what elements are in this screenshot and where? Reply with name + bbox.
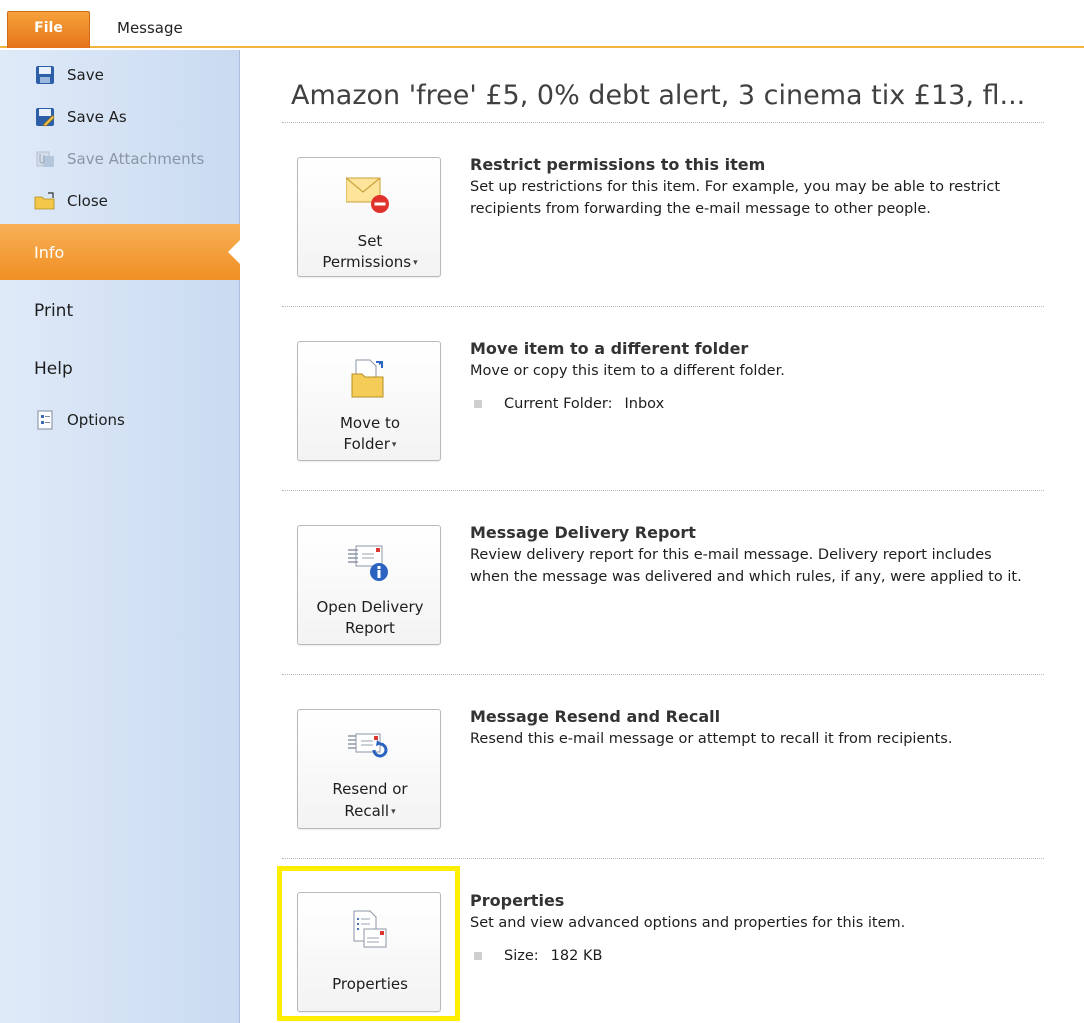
- envelope-permission-icon: [346, 177, 389, 213]
- section-title-move: Move item to a different folder: [470, 339, 749, 358]
- save-attachments-label: Save Attachments: [67, 150, 205, 168]
- bullet-square: [474, 400, 482, 408]
- resend-or-recall-line1: Resend or: [332, 780, 408, 798]
- size-label: Size:: [504, 948, 539, 964]
- nav-help[interactable]: Help: [34, 356, 73, 382]
- size-value: 182 KB: [550, 948, 603, 964]
- move-to-folder-line1: Move to: [339, 414, 401, 432]
- dropdown-arrow-icon: ▾: [391, 440, 397, 450]
- save-as-icon: [34, 106, 56, 128]
- section-title-delivery: Message Delivery Report: [470, 523, 696, 542]
- save-command[interactable]: Save: [34, 63, 104, 87]
- ribbon-tab-strip: File Message: [0, 0, 1084, 48]
- bullet-square: [474, 952, 482, 960]
- save-icon: [34, 64, 56, 86]
- tab-message[interactable]: Message: [107, 14, 193, 42]
- highlight-box: [277, 866, 460, 1021]
- nav-options[interactable]: Options: [34, 408, 125, 432]
- selection-notch: [228, 239, 241, 265]
- nav-info[interactable]: Info: [0, 224, 241, 280]
- divider: [282, 674, 1044, 675]
- set-permissions-line1: Set: [357, 232, 383, 250]
- tab-file[interactable]: File: [7, 11, 90, 48]
- section-desc-resend: Resend this e-mail message or attempt to…: [470, 731, 953, 747]
- current-folder-label: Current Folder:: [504, 396, 613, 412]
- divider: [282, 858, 1044, 859]
- open-delivery-report-line1: Open Delivery: [316, 598, 424, 616]
- section-title-properties: Properties: [470, 891, 565, 910]
- resend-or-recall-button[interactable]: Resend or Recall ▾: [297, 709, 441, 829]
- save-attachments-icon: [34, 148, 56, 170]
- move-folder-icon: [351, 359, 384, 398]
- save-attachments-command: Save Attachments: [34, 147, 204, 171]
- set-permissions-button[interactable]: Set Permissions ▾: [297, 157, 441, 277]
- section-desc-permissions: Set up restrictions for this item. For e…: [470, 179, 1001, 217]
- section-desc-properties: Set and view advanced options and proper…: [470, 915, 906, 931]
- close-label: Close: [67, 192, 108, 210]
- resend-or-recall-line2: Recall ▾: [344, 802, 396, 820]
- section-title-permissions: Restrict permissions to this item: [470, 155, 766, 174]
- dropdown-arrow-icon: ▾: [413, 258, 418, 268]
- current-folder-info: Current Folder: Inbox: [474, 396, 664, 412]
- move-to-folder-button[interactable]: Move to Folder ▾: [297, 341, 441, 461]
- page-title: Amazon 'free' £5, 0% debt alert, 3 cinem…: [291, 80, 1026, 111]
- backstage-nav: Save Save As Save Attachments Close Info…: [0, 50, 241, 1023]
- options-icon: [34, 409, 56, 431]
- divider: [282, 490, 1044, 491]
- dropdown-arrow-icon: ▾: [391, 807, 396, 817]
- delivery-report-icon: [348, 545, 388, 581]
- resend-recall-icon: [348, 733, 388, 758]
- options-label: Options: [67, 411, 125, 429]
- divider: [282, 122, 1044, 123]
- section-desc-move: Move or copy this item to a different fo…: [470, 363, 785, 379]
- section-title-resend: Message Resend and Recall: [470, 707, 721, 726]
- close-folder-icon: [34, 190, 56, 212]
- save-label: Save: [67, 66, 104, 84]
- nav-print[interactable]: Print: [34, 298, 73, 324]
- nav-info-label: Info: [34, 242, 65, 262]
- set-permissions-line2: Permissions ▾: [322, 253, 418, 271]
- open-delivery-report-line2: Report: [345, 619, 395, 637]
- move-to-folder-line2: Folder ▾: [343, 435, 397, 453]
- section-desc-delivery: Review delivery report for this e-mail m…: [470, 547, 1022, 585]
- divider: [282, 306, 1044, 307]
- close-command[interactable]: Close: [34, 189, 108, 213]
- save-as-command[interactable]: Save As: [34, 105, 127, 129]
- size-info: Size: 182 KB: [474, 948, 602, 964]
- current-folder-value: Inbox: [624, 396, 665, 412]
- open-delivery-report-button[interactable]: Open Delivery Report: [297, 525, 441, 645]
- save-as-label: Save As: [67, 108, 127, 126]
